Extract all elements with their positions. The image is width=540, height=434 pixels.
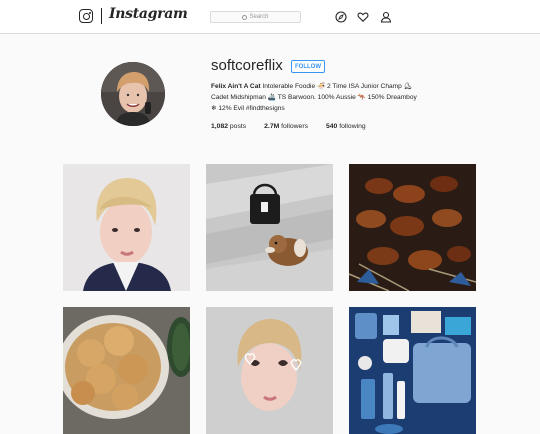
posts-label: posts <box>228 123 247 130</box>
following-label: following <box>337 123 366 130</box>
bio-display-name: Felix Ain't A Cat <box>211 83 261 90</box>
posts-count: 1,082 <box>211 123 229 130</box>
post-thumbnail[interactable] <box>63 164 190 291</box>
followers-label: followers <box>279 123 308 130</box>
person-icon[interactable] <box>380 11 392 23</box>
search-placeholder: Search <box>249 14 269 20</box>
followers-stat[interactable]: 2.7M followers <box>264 123 308 130</box>
search-icon <box>242 14 248 20</box>
post-thumbnail[interactable] <box>206 307 333 434</box>
logo-divider <box>101 8 102 24</box>
instagram-wordmark[interactable]: Instagram <box>109 6 188 22</box>
post-thumbnail[interactable] <box>349 307 476 434</box>
bio-line-3[interactable]: ❄ 12% Evil #findthesigns <box>211 103 441 114</box>
post-thumbnail[interactable] <box>63 307 190 434</box>
heart-icon[interactable] <box>357 11 369 23</box>
search-input[interactable]: Search <box>210 11 301 23</box>
top-navigation-bar: Instagram Search <box>0 0 540 34</box>
following-stat[interactable]: 540 following <box>326 123 366 130</box>
following-count: 540 <box>326 123 338 130</box>
instagram-logo-icon[interactable] <box>79 9 93 23</box>
followers-count: 2.7M <box>264 123 280 130</box>
profile-bio: Felix Ain't A Cat Intolerable Foodie 🍜 2… <box>211 81 441 114</box>
profile-username: softcoreflix <box>211 57 283 74</box>
posts-stat: 1,082 posts <box>211 123 246 130</box>
bio-line-2: Cadet Midshipman 🚢 TS Barwoon. 100% Auss… <box>211 94 417 101</box>
profile-avatar[interactable] <box>101 62 165 126</box>
bio-line-1: Felix Ain't A Cat Intolerable Foodie 🍜 2… <box>211 81 441 92</box>
bio-text-1: Intolerable Foodie 🍜 2 Time ISA Junior C… <box>260 83 413 90</box>
follow-button[interactable]: FOLLOW <box>291 60 325 73</box>
post-thumbnail[interactable] <box>349 164 476 291</box>
profile-stats: 1,082 posts 2.7M followers 540 following <box>211 123 384 130</box>
post-thumbnail[interactable] <box>206 164 333 291</box>
compass-icon[interactable] <box>335 11 347 23</box>
